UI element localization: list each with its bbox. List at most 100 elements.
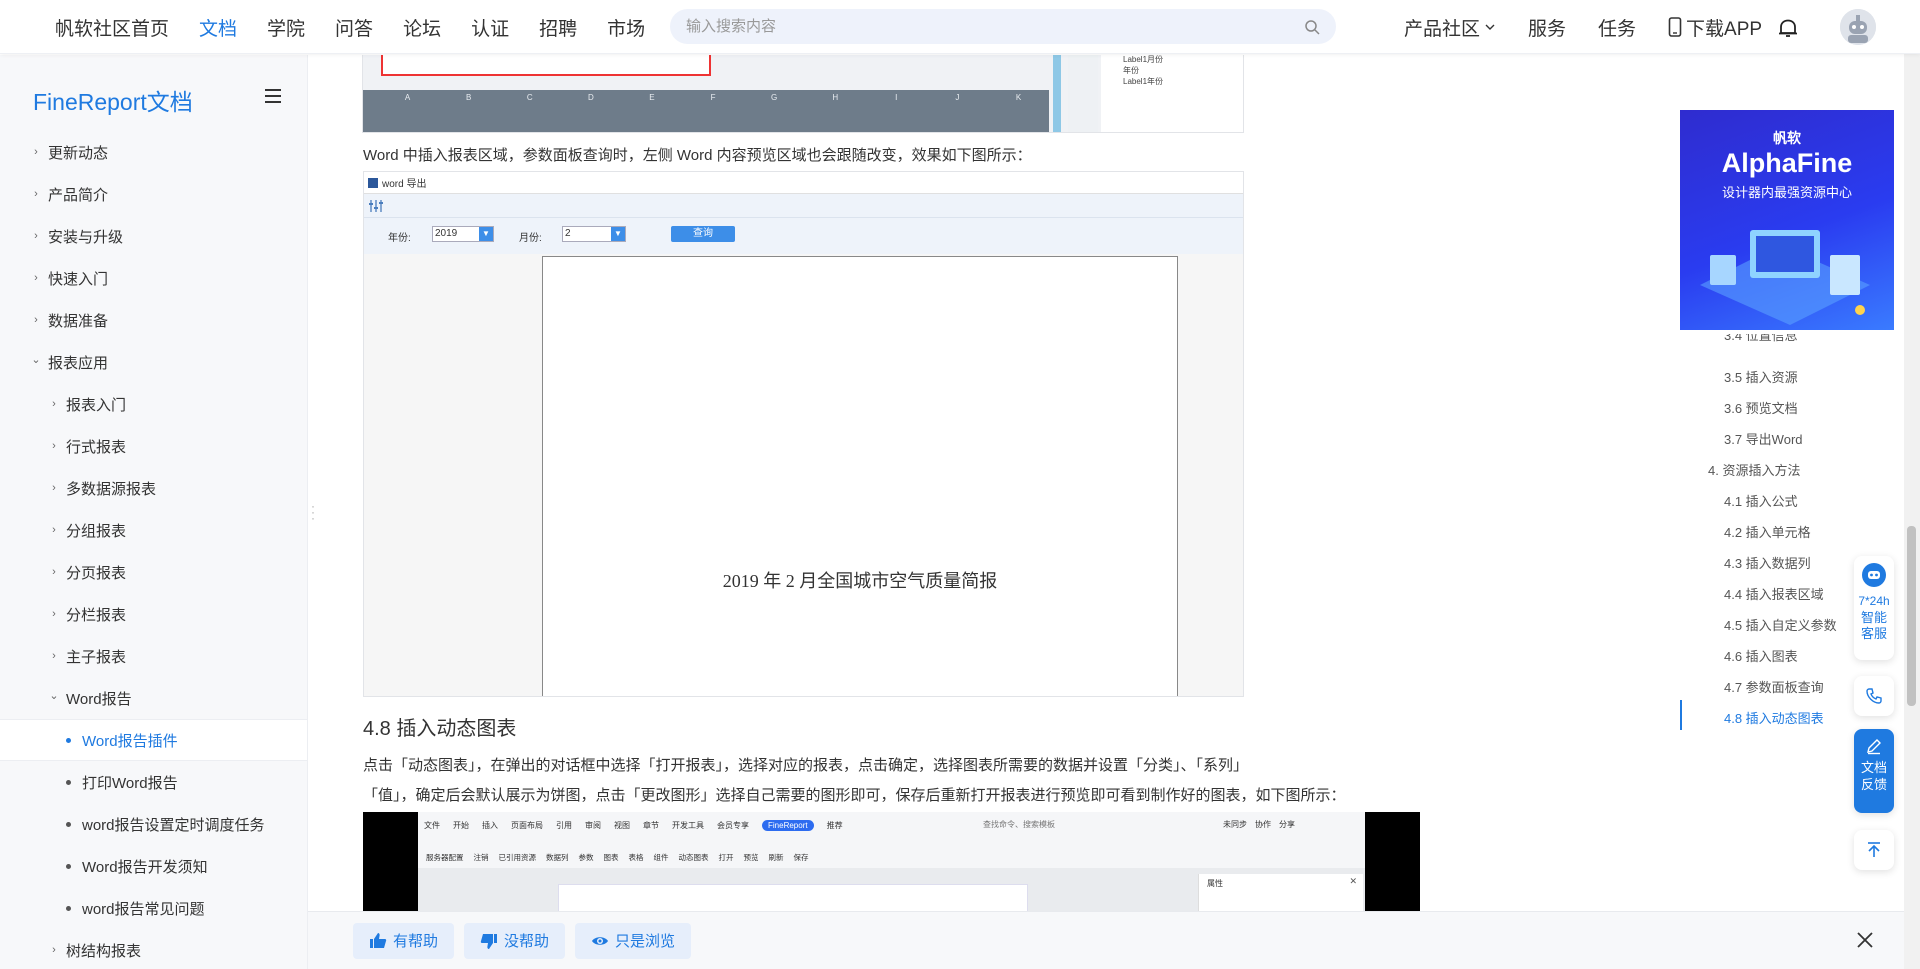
sidebar-item[interactable]: 打印Word报告: [0, 761, 307, 803]
phone-icon: [1668, 17, 1682, 37]
toc-item[interactable]: 4.7 参数面板查询: [1724, 677, 1824, 696]
toc-item[interactable]: 3.7 导出Word: [1724, 429, 1803, 448]
wps-search: 查找命令、搜索模板: [983, 820, 1055, 829]
sidebar-item[interactable]: › 分组报表: [0, 509, 307, 551]
eye-icon: [592, 936, 609, 945]
nav-forum[interactable]: 论坛: [403, 14, 441, 41]
menu-icon[interactable]: [265, 89, 281, 103]
right-nav: 产品社区 服务 任务 下载APP: [1404, 0, 1794, 54]
toc-item[interactable]: 4.1 插入公式: [1724, 491, 1798, 510]
feedback-bar: 有帮助 没帮助 只是浏览: [308, 911, 1904, 969]
phone-icon: [1866, 688, 1882, 704]
chevron-right-icon: ›: [34, 188, 38, 200]
wps-tool: 刷新: [768, 853, 784, 862]
wps-menu-item: 开始: [453, 820, 469, 830]
chevron-right-icon: ›: [52, 398, 56, 410]
sidebar-item[interactable]: Word报告插件: [0, 719, 307, 761]
sidebar-item-label: 行式报表: [66, 438, 127, 456]
wps-menubar: 文件 开始 插入 页面布局 引用 审阅 视图 章节 开发工具 会员专享 FineReport 推荐: [424, 816, 856, 834]
toc-item[interactable]: 4.2 插入单元格: [1724, 522, 1811, 541]
sidebar-item-label: 安装与升级: [48, 228, 124, 246]
close-icon[interactable]: [1854, 929, 1876, 951]
wps-menu-item: 推荐: [826, 820, 843, 830]
user-avatar[interactable]: [1840, 9, 1876, 45]
wps-right-actions: 未同步 协作 分享: [1223, 819, 1303, 830]
sidebar-item[interactable]: › 行式报表: [0, 425, 307, 467]
ai-service-widget[interactable]: 7*24h 智能客服: [1854, 556, 1894, 660]
chevron-right-icon: ›: [52, 650, 56, 662]
sidebar-item[interactable]: › 报表入门: [0, 383, 307, 425]
arrow-up-icon: [1868, 842, 1880, 857]
sidebar-item[interactable]: word报告常见问题: [0, 887, 307, 929]
toc-item[interactable]: 3.6 预览文档: [1724, 398, 1798, 417]
toc-item[interactable]: 3.5 插入资源: [1724, 367, 1798, 386]
wps-menu-item: 文件: [424, 820, 440, 830]
column-letter: B: [465, 92, 472, 102]
sidebar-item[interactable]: › 多数据源报表: [0, 467, 307, 509]
sidebar-item-label: word报告设置定时调度任务: [82, 816, 265, 834]
dropdown-arrow-icon: ▼: [479, 227, 493, 241]
sidebar-item-label: 分页报表: [66, 564, 127, 582]
just-browsing-button[interactable]: 只是浏览: [575, 922, 692, 959]
back-to-top-button[interactable]: [1854, 830, 1894, 870]
scrollbar-thumb[interactable]: [1907, 526, 1916, 706]
bell-icon[interactable]: [1776, 16, 1800, 40]
sidebar-item[interactable]: word报告设置定时调度任务: [0, 803, 307, 845]
helpful-button[interactable]: 有帮助: [353, 922, 455, 959]
sidebar-item-label: 树结构报表: [66, 942, 142, 960]
sidebar-item[interactable]: › 快速入门: [0, 257, 307, 299]
sidebar-item[interactable]: › 分栏报表: [0, 593, 307, 635]
nav-docs[interactable]: 文档: [199, 14, 237, 41]
nav-home[interactable]: 帆软社区首页: [55, 14, 169, 41]
sidebar-item[interactable]: › 树结构报表: [0, 929, 307, 969]
nav-qa[interactable]: 问答: [335, 14, 373, 41]
wps-menu-item: 页面布局: [511, 820, 543, 830]
wps-tool: 打开: [718, 853, 734, 862]
alphafine-ad-banner[interactable]: 帆软 AlphaFine 设计器内最强资源中心: [1680, 110, 1894, 330]
toc-item[interactable]: 4.3 插入数据列: [1724, 553, 1811, 572]
sidebar-item[interactable]: › 数据准备: [0, 299, 307, 341]
toc-item[interactable]: 4.8 插入动态图表: [1724, 708, 1824, 727]
toc-item[interactable]: 3.4 位置信息: [1724, 334, 1798, 344]
nav-academy[interactable]: 学院: [267, 14, 305, 41]
page-scrollbar[interactable]: [1904, 54, 1920, 969]
sidebar-item[interactable]: › 主子报表: [0, 635, 307, 677]
sidebar-title[interactable]: FineReport文档: [33, 83, 193, 117]
bullet-icon: [66, 905, 71, 911]
doc-sidebar: FineReport文档 › 更新动态 › 产品简介 › 安装与升级 › 快速入门 › 数据准备 ⌄…: [0, 55, 308, 969]
toc-item[interactable]: 4.4 插入报表区域: [1724, 584, 1824, 603]
search-input[interactable]: [686, 18, 1304, 35]
word-app-icon: [368, 177, 378, 188]
doc-tree: › 更新动态 › 产品简介 › 安装与升级 › 快速入门 › 数据准备 ⌄ 报表应用 › 报表入门 › 行式报…: [0, 131, 307, 969]
month-combo[interactable]: 2 ▼: [562, 226, 626, 242]
nav-service[interactable]: 服务: [1528, 14, 1566, 41]
section-title: 4.8 插入动态图表: [363, 718, 517, 740]
nav-jobs[interactable]: 招聘: [539, 14, 577, 41]
download-app-link[interactable]: 下载APP: [1668, 14, 1762, 41]
column-letter: H: [832, 92, 839, 102]
toc-item[interactable]: 4.5 插入自定义参数: [1724, 615, 1837, 634]
param-tree-item: Label1月份: [1123, 55, 1164, 64]
toc-item[interactable]: 4. 资源插入方法: [1708, 460, 1800, 479]
phone-contact-button[interactable]: [1854, 676, 1894, 716]
toc-item[interactable]: 4.6 插入图表: [1724, 646, 1798, 665]
query-button[interactable]: 查询: [671, 226, 735, 242]
not-helpful-button[interactable]: 没帮助: [464, 922, 566, 959]
paragraph: 点击「动态图表」，在弹出的对话框中选择「打开报表」，选择对应的报表，点击确定，选…: [363, 757, 1249, 774]
search-icon[interactable]: [1304, 19, 1320, 35]
year-combo[interactable]: 2019 ▼: [432, 226, 494, 242]
sidebar-item[interactable]: ⌄ Word报告: [0, 677, 307, 719]
sidebar-item[interactable]: ⌄ 报表应用: [0, 341, 307, 383]
nav-cert[interactable]: 认证: [471, 14, 509, 41]
sidebar-item[interactable]: › 安装与升级: [0, 215, 307, 257]
nav-market[interactable]: 市场: [607, 14, 645, 41]
sidebar-item[interactable]: Word报告开发须知: [0, 845, 307, 887]
doc-feedback-button[interactable]: 文档反馈: [1854, 729, 1894, 813]
sidebar-item[interactable]: › 产品简介: [0, 173, 307, 215]
sidebar-item[interactable]: › 更新动态: [0, 131, 307, 173]
sidebar-item[interactable]: › 分页报表: [0, 551, 307, 593]
param-tree: Label1月份 年份 Label1年份: [1123, 55, 1163, 87]
nav-tasks[interactable]: 任务: [1598, 14, 1636, 41]
product-community-menu[interactable]: 产品社区: [1404, 14, 1496, 41]
wps-menu-item: 视图: [614, 820, 630, 830]
